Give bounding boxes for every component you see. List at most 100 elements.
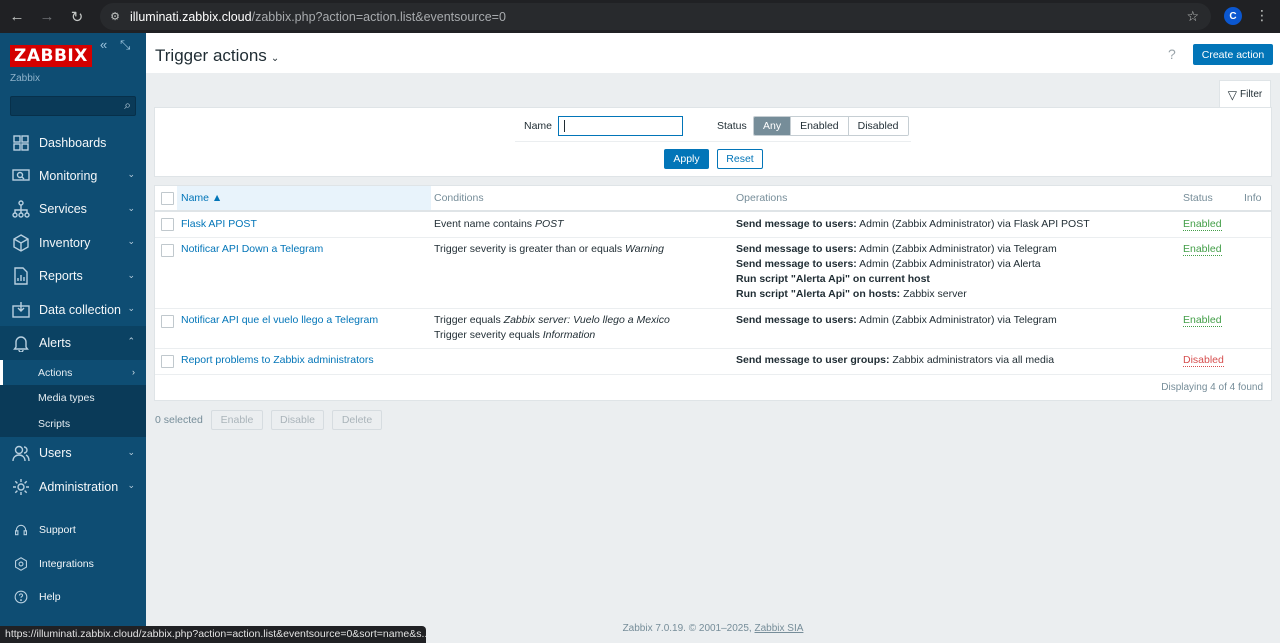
- submenu-item-media-types[interactable]: Media types: [0, 385, 146, 411]
- headset-icon: [11, 521, 31, 539]
- dashboard-icon: [11, 134, 31, 152]
- bookmark-star-icon[interactable]: ☆: [1186, 8, 1199, 25]
- filter-tab[interactable]: ▽ Filter: [1219, 80, 1271, 108]
- status-enabled-text[interactable]: Enabled: [1183, 314, 1222, 327]
- menu-item-monitoring[interactable]: Monitoring ⌄: [0, 159, 146, 192]
- table-row: Notificar API Down a Telegram Trigger se…: [155, 238, 1271, 309]
- menu-item-inventory[interactable]: Inventory ⌄: [0, 226, 146, 259]
- browser-menu-icon[interactable]: ⋮: [1255, 7, 1269, 24]
- result-count: Displaying 4 of 4 found: [1161, 382, 1263, 393]
- menu-item-alerts[interactable]: Alerts ⌃: [0, 326, 146, 360]
- row-checkbox[interactable]: [161, 244, 174, 257]
- filter-tab-label: Filter: [1240, 89, 1263, 100]
- menu-item-integrations[interactable]: Integrations: [0, 547, 146, 580]
- menu-item-reports[interactable]: Reports ⌄: [0, 260, 146, 293]
- menu-item-data-collection[interactable]: Data collection ⌄: [0, 293, 146, 326]
- row-checkbox[interactable]: [161, 355, 174, 368]
- footer-text: Zabbix 7.0.19. © 2001–2025,: [622, 623, 755, 634]
- menu-item-services[interactable]: Services ⌄: [0, 193, 146, 226]
- submenu-item-scripts[interactable]: Scripts: [0, 411, 146, 437]
- chevron-up-icon: ⌃: [127, 336, 135, 347]
- text-caret: [564, 120, 565, 132]
- operation-text: Run script "Alerta Api" on hosts: Zabbix…: [736, 287, 967, 302]
- menu-label: Data collection: [39, 302, 121, 317]
- alerts-submenu: Actions › Media types Scripts: [0, 359, 146, 437]
- status-enabled-text[interactable]: Enabled: [1183, 218, 1222, 231]
- zabbix-logo[interactable]: ZABBIX: [10, 45, 92, 67]
- page-header: Trigger actions ⌄ ? Create action: [146, 33, 1280, 73]
- menu-label: Users: [39, 446, 72, 461]
- data-collection-icon: [11, 301, 31, 319]
- enable-button[interactable]: Enable: [211, 410, 263, 430]
- gear-icon: [11, 478, 31, 496]
- disable-button[interactable]: Disable: [271, 410, 324, 430]
- users-icon: [11, 444, 31, 462]
- chevron-down-icon: ⌄: [127, 446, 135, 457]
- condition-prefix: Trigger equals: [434, 314, 504, 326]
- submenu-label: Media types: [38, 392, 95, 405]
- menu-item-users[interactable]: Users ⌄: [0, 437, 146, 470]
- condition-prefix: Trigger severity equals: [434, 329, 543, 341]
- menu-item-help[interactable]: Help: [0, 580, 146, 613]
- select-all-checkbox[interactable]: [161, 192, 174, 205]
- name-filter-input[interactable]: [558, 116, 683, 136]
- status-badge[interactable]: Disabled: [1183, 353, 1224, 368]
- chevron-down-icon: ⌄: [127, 480, 135, 491]
- browser-toolbar: ← → ↻ ⚙ illuminati.zabbix.cloud/zabbix.p…: [0, 0, 1280, 33]
- condition-prefix: Event name contains: [434, 218, 535, 230]
- condition-prefix: Trigger severity is greater than or equa…: [434, 243, 626, 255]
- status-option-any[interactable]: Any: [754, 117, 791, 135]
- status-enabled-text[interactable]: Enabled: [1183, 243, 1222, 256]
- action-name-link[interactable]: Notificar API Down a Telegram: [181, 242, 323, 257]
- action-name-link[interactable]: Notificar API que el vuelo llego a Teleg…: [181, 313, 378, 328]
- status-option-disabled[interactable]: Disabled: [847, 117, 908, 135]
- help-icon[interactable]: ?: [1168, 46, 1176, 62]
- action-name-link[interactable]: Report problems to Zabbix administrators: [181, 353, 374, 368]
- operation-detail: Zabbix server: [900, 288, 967, 300]
- address-bar[interactable]: ⚙ illuminati.zabbix.cloud/zabbix.php?act…: [100, 3, 1211, 30]
- search-icon[interactable]: ⌕: [124, 98, 131, 113]
- collapse-sidebar-icon[interactable]: «: [100, 37, 107, 52]
- action-name-link[interactable]: Flask API POST: [181, 217, 257, 232]
- table-row: Report problems to Zabbix administrators…: [155, 349, 1271, 375]
- status-badge[interactable]: Enabled: [1183, 242, 1222, 257]
- apply-button[interactable]: Apply: [664, 149, 709, 169]
- forward-icon[interactable]: →: [32, 0, 62, 33]
- chevron-down-icon: ⌄: [127, 236, 135, 247]
- status-badge[interactable]: Enabled: [1183, 313, 1222, 328]
- condition-text: Trigger severity equals Information: [434, 328, 595, 343]
- profile-avatar[interactable]: C: [1224, 7, 1242, 25]
- reports-icon: [11, 267, 31, 285]
- back-icon[interactable]: ←: [2, 0, 32, 33]
- status-badge[interactable]: Enabled: [1183, 217, 1222, 232]
- reload-icon[interactable]: ↻: [62, 0, 92, 33]
- create-action-button[interactable]: Create action: [1193, 44, 1273, 65]
- condition-text: Event name contains POST: [434, 217, 564, 232]
- footer-link[interactable]: Zabbix SIA: [755, 623, 804, 634]
- menu-label: Reports: [39, 269, 83, 284]
- server-name: Zabbix: [10, 73, 41, 84]
- row-checkbox[interactable]: [161, 315, 174, 328]
- kiosk-mode-icon[interactable]: ⤡: [120, 37, 130, 53]
- chevron-down-icon: ⌄: [127, 202, 135, 213]
- column-name[interactable]: Name ▲: [177, 186, 431, 210]
- site-settings-icon[interactable]: ⚙: [100, 10, 130, 23]
- url-host: illuminati.zabbix.cloud: [130, 9, 252, 24]
- monitoring-icon: [11, 167, 31, 185]
- menu-item-dashboards[interactable]: Dashboards: [0, 126, 146, 159]
- operation-type: Send message to users:: [736, 218, 857, 230]
- selected-count: 0 selected: [155, 414, 203, 426]
- menu-item-administration[interactable]: Administration ⌄: [0, 470, 146, 503]
- sidebar-search-input[interactable]: ⌕: [10, 96, 136, 116]
- status-disabled-text[interactable]: Disabled: [1183, 354, 1224, 367]
- submenu-label: Actions: [38, 366, 73, 379]
- submenu-item-actions[interactable]: Actions ›: [0, 359, 146, 386]
- row-checkbox[interactable]: [161, 218, 174, 231]
- column-status[interactable]: Status: [1183, 186, 1243, 210]
- page-title[interactable]: Trigger actions ⌄: [155, 46, 279, 66]
- reset-button[interactable]: Reset: [717, 149, 763, 169]
- menu-item-support[interactable]: Support: [0, 514, 146, 547]
- operation-type: Send message to users:: [736, 314, 857, 326]
- status-option-enabled[interactable]: Enabled: [790, 117, 848, 135]
- delete-button[interactable]: Delete: [332, 410, 382, 430]
